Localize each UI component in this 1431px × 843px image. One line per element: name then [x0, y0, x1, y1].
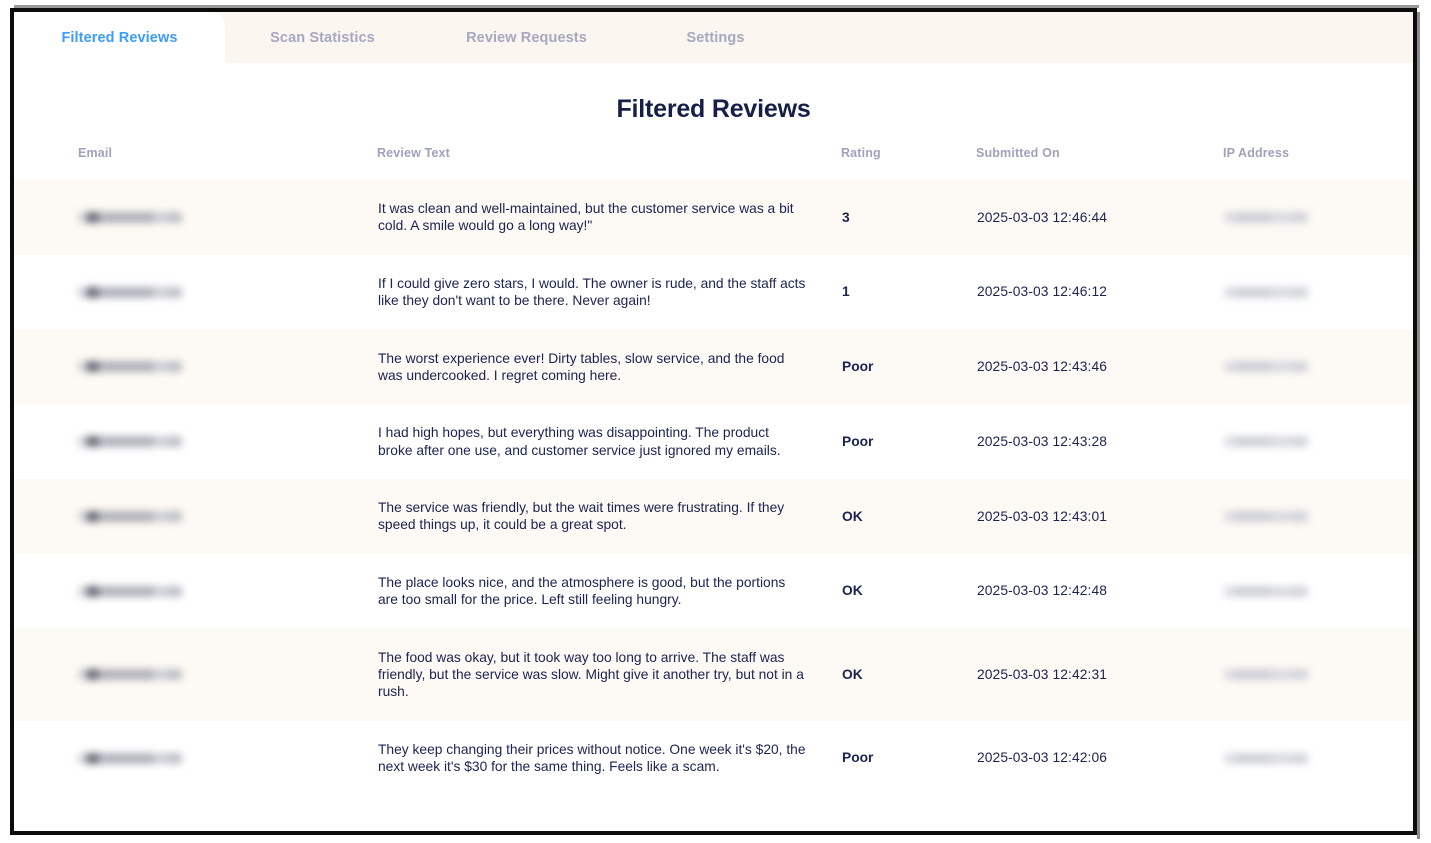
frame-shadow-right: [1417, 12, 1420, 839]
redacted-email-blur: [78, 669, 182, 681]
redacted-email-blur: [78, 585, 182, 597]
cell-ip-address: [1223, 629, 1413, 721]
cell-review-text: The worst experience ever! Dirty tables,…: [378, 350, 785, 383]
redacted-ip-blur: [1224, 361, 1308, 373]
cell-review-text: I had high hopes, but everything was dis…: [378, 425, 781, 458]
cell-rating: Poor: [842, 433, 874, 449]
column-header-rating[interactable]: Rating: [841, 146, 976, 180]
tab-bar: Filtered Reviews Scan Statistics Review …: [14, 12, 1413, 63]
cell-rating: OK: [842, 583, 863, 599]
table-row[interactable]: The service was friendly, but the wait t…: [14, 479, 1413, 554]
redacted-email-blur: [78, 361, 182, 373]
cell-review-text: The place looks nice, and the atmosphere…: [378, 574, 786, 608]
cell-rating: Poor: [842, 750, 874, 766]
tab-review-requests[interactable]: Review Requests: [420, 12, 633, 63]
table-row[interactable]: If I could give zero stars, I would. The…: [14, 254, 1413, 330]
cell-submitted-on: 2025-03-03 12:42:31: [977, 666, 1108, 682]
cell-email: [14, 629, 377, 721]
cell-review-text: The service was friendly, but the wait t…: [378, 500, 785, 533]
cell-submitted-on: 2025-03-03 12:46:12: [977, 284, 1108, 300]
cell-review-text: The food was okay, but it took way too l…: [378, 649, 804, 700]
table-row[interactable]: The worst experience ever! Dirty tables,…: [14, 329, 1413, 405]
cell-rating: OK: [842, 508, 863, 524]
cell-rating: 3: [842, 209, 850, 225]
cell-email: [14, 721, 377, 796]
table-header-row: Email Review Text Rating Submitted On IP…: [14, 146, 1413, 180]
table-row[interactable]: The place looks nice, and the atmosphere…: [14, 553, 1413, 629]
redacted-ip-blur: [1224, 286, 1308, 298]
reviews-table-container: Email Review Text Rating Submitted On IP…: [14, 146, 1413, 796]
frame-border-right: [1413, 8, 1417, 835]
tab-label: Filtered Reviews: [61, 29, 178, 46]
redacted-ip-blur: [1224, 436, 1308, 448]
column-header-review-text[interactable]: Review Text: [377, 146, 841, 180]
redacted-ip-blur: [1224, 669, 1308, 681]
frame-border-top: [10, 8, 1417, 12]
cell-submitted-on: 2025-03-03 12:46:44: [977, 209, 1108, 225]
redacted-ip-blur: [1224, 510, 1308, 522]
cell-submitted-on: 2025-03-03 12:43:46: [977, 359, 1108, 375]
frame-border-left: [10, 8, 14, 835]
cell-submitted-on: 2025-03-03 12:42:48: [977, 583, 1108, 599]
cell-email: [14, 255, 377, 330]
redacted-ip-blur: [1224, 585, 1308, 597]
cell-email: [14, 330, 377, 405]
cell-review-text: It was clean and well-maintained, but th…: [378, 201, 794, 234]
tab-filtered-reviews[interactable]: Filtered Reviews: [14, 12, 225, 63]
cell-review-text: If I could give zero stars, I would. The…: [378, 275, 806, 309]
cell-rating: 1: [842, 284, 850, 300]
redacted-email-blur: [78, 436, 182, 448]
column-header-email[interactable]: Email: [14, 146, 377, 180]
cell-submitted-on: 2025-03-03 12:42:06: [977, 750, 1108, 766]
redacted-email-blur: [78, 510, 182, 522]
column-header-ip-address[interactable]: IP Address: [1223, 146, 1413, 180]
page-title: Filtered Reviews: [616, 95, 811, 123]
cell-ip-address: [1223, 180, 1413, 255]
table-row[interactable]: The food was okay, but it took way too l…: [14, 628, 1413, 721]
tab-label: Scan Statistics: [270, 29, 375, 46]
cell-email: [14, 404, 377, 479]
frame-border-bottom: [10, 831, 1417, 835]
redacted-email-blur: [78, 211, 182, 223]
column-header-submitted-on[interactable]: Submitted On: [976, 146, 1223, 180]
cell-submitted-on: 2025-03-03 12:43:28: [977, 433, 1108, 449]
redacted-ip-blur: [1224, 752, 1308, 764]
table-body: It was clean and well-maintained, but th…: [14, 180, 1413, 796]
cell-rating: Poor: [842, 359, 874, 375]
tab-scan-statistics[interactable]: Scan Statistics: [225, 12, 420, 63]
cell-email: [14, 479, 377, 554]
page-content: Filtered Reviews Email Review Text Ratin…: [14, 63, 1413, 831]
cell-review-text: They keep changing their prices without …: [378, 741, 806, 774]
cell-ip-address: [1223, 721, 1413, 796]
cell-email: [14, 554, 377, 629]
table-row[interactable]: I had high hopes, but everything was dis…: [14, 404, 1413, 479]
cell-email: [14, 180, 377, 255]
filtered-reviews-table: Email Review Text Rating Submitted On IP…: [14, 146, 1413, 796]
tab-settings[interactable]: Settings: [633, 12, 798, 63]
cell-ip-address: [1223, 479, 1413, 554]
cell-ip-address: [1223, 255, 1413, 330]
app-viewport: Filtered Reviews Scan Statistics Review …: [14, 12, 1413, 831]
table-row[interactable]: They keep changing their prices without …: [14, 720, 1413, 796]
device-screen: Filtered Reviews Scan Statistics Review …: [0, 0, 1431, 843]
cell-ip-address: [1223, 330, 1413, 405]
table-header: Email Review Text Rating Submitted On IP…: [14, 146, 1413, 180]
cell-rating: OK: [842, 666, 863, 682]
cell-ip-address: [1223, 554, 1413, 629]
redacted-email-blur: [78, 286, 182, 298]
redacted-ip-blur: [1224, 211, 1308, 223]
redacted-email-blur: [78, 752, 182, 764]
table-row[interactable]: It was clean and well-maintained, but th…: [14, 180, 1413, 255]
tab-label: Settings: [686, 29, 745, 46]
tab-label: Review Requests: [466, 29, 587, 46]
cell-submitted-on: 2025-03-03 12:43:01: [977, 508, 1108, 524]
cell-ip-address: [1223, 404, 1413, 479]
